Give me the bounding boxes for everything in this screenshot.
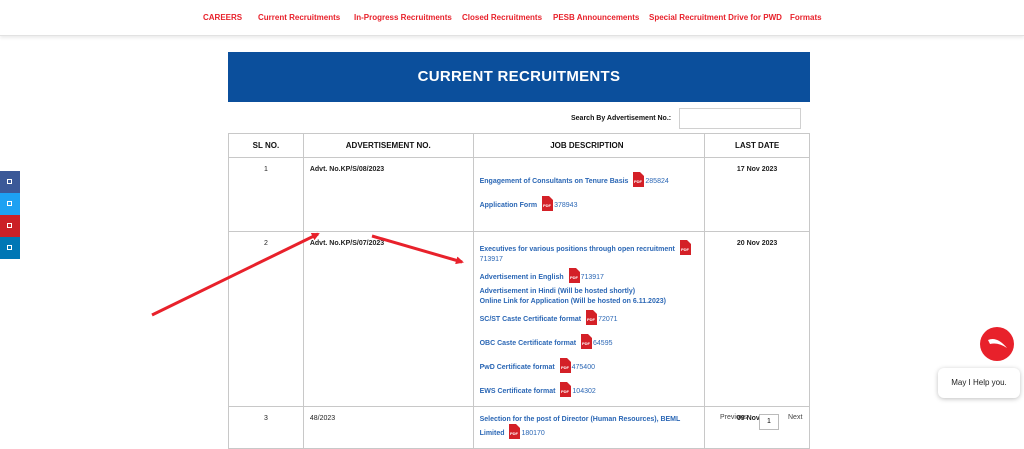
annotation-arrow [151, 232, 320, 317]
annotation-arrow [371, 234, 464, 265]
file-size: 180170 [521, 430, 545, 437]
annotation-arrows [151, 232, 464, 317]
svg-text:PDF: PDF [510, 431, 519, 436]
